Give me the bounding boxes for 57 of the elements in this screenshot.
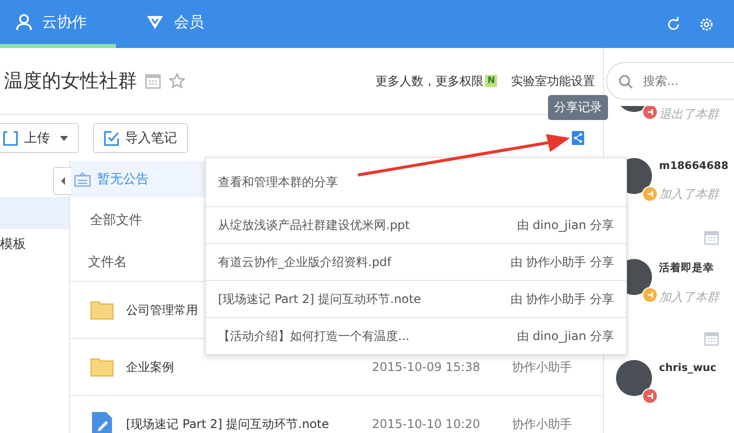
column-header[interactable]: 文件名 xyxy=(88,253,127,271)
upload-button[interactable]: 上传 xyxy=(0,123,79,153)
lab-settings-link[interactable]: 实验室功能设置 xyxy=(511,72,595,90)
import-note-icon xyxy=(104,130,119,146)
avatar xyxy=(616,360,652,396)
modified-time: 2015-10-10 10:20 xyxy=(372,417,482,431)
calendar-icon xyxy=(704,230,719,245)
user-name[interactable]: 活着即是幸 xyxy=(659,261,719,275)
search-field[interactable]: 搜索... xyxy=(606,62,734,100)
tooltip: 分享记录 xyxy=(548,95,608,120)
exit-badge-icon xyxy=(642,388,658,404)
calendar-icon[interactable] xyxy=(145,73,161,89)
share-icon[interactable] xyxy=(571,130,585,146)
group-title: 温度的女性社群 xyxy=(4,69,137,94)
file-name[interactable]: [现场速记 Part 2] 提问互动环节.note xyxy=(126,416,356,432)
author-name: 协作小助手 xyxy=(512,416,572,432)
popup-heading: 查看和管理本群的分享 xyxy=(206,158,626,207)
collapse-sidebar-button[interactable] xyxy=(53,167,71,195)
star-icon[interactable] xyxy=(169,73,185,89)
sharer-text: 由 协作小助手 分享 xyxy=(510,254,614,270)
sharer-text: 由 dino_jian 分享 xyxy=(516,328,614,344)
caret-icon xyxy=(60,136,68,140)
shared-file-name[interactable]: [现场速记 Part 2] 提问互动环节.note xyxy=(218,290,421,308)
notice-board-icon xyxy=(74,172,91,186)
shared-file-name[interactable]: 从绽放浅谈产品社群建设优米网.ppt xyxy=(218,216,410,234)
sharer-text: 由 协作小助手 分享 xyxy=(510,290,614,308)
folder-icon xyxy=(90,299,114,321)
upgrade-link[interactable]: 更多人数，更多权限 xyxy=(375,72,484,90)
breadcrumb[interactable]: 全部文件 xyxy=(90,211,142,229)
modified-time: 2015-10-09 15:38 xyxy=(372,360,482,374)
user-name[interactable]: m18664688 xyxy=(659,160,728,172)
diamond-icon xyxy=(146,13,164,31)
notice-text: 暂无公告 xyxy=(97,171,149,188)
calendar-icon xyxy=(704,331,719,346)
exit-badge-icon xyxy=(642,106,658,120)
sharer-text: 由 dino_jian 分享 xyxy=(516,216,614,234)
file-name[interactable]: 企业案例 xyxy=(126,358,356,376)
new-badge: N xyxy=(485,75,497,87)
sidebar-item[interactable]: 模板 xyxy=(0,229,69,261)
folder-icon xyxy=(90,356,114,378)
note-file-icon xyxy=(90,411,114,433)
search-icon xyxy=(618,74,633,89)
activity-text: 退出了本群 xyxy=(659,106,719,123)
import-notes-button[interactable]: 导入笔记 xyxy=(93,123,188,153)
people-icon xyxy=(14,13,32,31)
author-name: 协作小助手 xyxy=(512,358,572,376)
refresh-icon[interactable] xyxy=(666,16,681,32)
user-name[interactable]: chris_wuc xyxy=(659,362,716,374)
activity-text: 加入了本群 xyxy=(659,289,719,306)
settings-icon[interactable] xyxy=(699,16,714,32)
left-caret-icon xyxy=(60,177,64,185)
shared-file-name[interactable]: 有道云协作_企业版介绍资料.pdf xyxy=(218,254,392,270)
upload-icon xyxy=(3,130,18,146)
activity-text: 加入了本群 xyxy=(659,186,721,203)
shared-file-name[interactable]: 【活动介绍】如何打造一个有温度... xyxy=(218,328,410,344)
join-badge-icon xyxy=(642,287,658,303)
join-badge-icon xyxy=(642,186,658,202)
